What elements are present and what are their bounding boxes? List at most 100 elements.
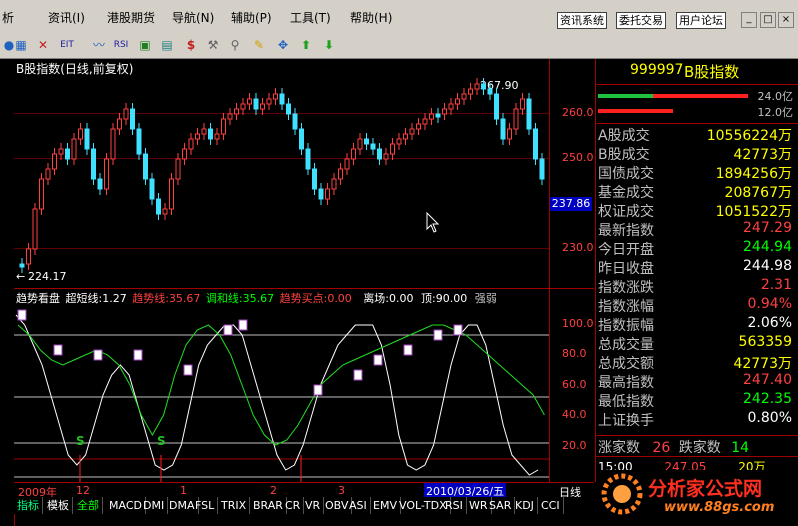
arrow-down-icon[interactable]: ⬇ xyxy=(320,37,338,54)
tab-vr[interactable]: VR xyxy=(302,497,325,514)
time-label: 2 xyxy=(270,484,277,497)
minimize-button[interactable]: _ xyxy=(741,12,757,28)
candle xyxy=(461,93,467,100)
tab-rsi[interactable]: RSI xyxy=(442,497,467,514)
line-chart-icon[interactable]: 〰 xyxy=(90,37,108,54)
tab-trix[interactable]: TRIX xyxy=(218,497,251,514)
stat-row: 指数振幅 2.06% xyxy=(596,315,796,334)
candle xyxy=(65,148,70,160)
candle xyxy=(156,198,161,215)
stat-row: 今日开盘 244.94 xyxy=(596,239,796,258)
stat-label: 总成交额 xyxy=(598,356,654,372)
pane-divider xyxy=(14,288,594,289)
candle xyxy=(162,208,168,215)
volume-bar-a-part xyxy=(598,94,653,98)
chart-area[interactable]: B股指数(日线,前复权) 267.90 224.17 ← 260.0 250.0… xyxy=(14,59,594,482)
menu-navigate[interactable]: 导航(N) xyxy=(172,9,214,26)
link-icon[interactable]: ⚲ xyxy=(226,37,244,54)
candle xyxy=(474,83,480,90)
down-value: 14 xyxy=(731,440,750,456)
candle xyxy=(299,128,304,150)
indicator-tick: 40.0 xyxy=(562,408,587,421)
stat-value: 244.98 xyxy=(743,258,792,274)
candle xyxy=(370,143,376,150)
pencil-icon[interactable]: ✎ xyxy=(250,37,268,54)
candle xyxy=(338,168,343,180)
indicator-tick: 60.0 xyxy=(562,378,587,391)
stat-value: 10556224万 xyxy=(706,128,792,144)
tab-kdj[interactable]: KDJ xyxy=(512,497,538,514)
candle xyxy=(39,178,44,210)
stat-value: 42773万 xyxy=(733,356,792,372)
chart-icon[interactable]: ▦ xyxy=(12,37,30,54)
menu-hk-futures[interactable]: 港股期货 xyxy=(107,9,155,26)
move-icon[interactable]: ✥ xyxy=(274,37,292,54)
tab-cr[interactable]: CR xyxy=(282,497,305,514)
trend-block xyxy=(453,324,463,336)
eit-icon[interactable]: EIT xyxy=(58,37,76,54)
tab-全部[interactable]: 全部 xyxy=(74,497,103,514)
dollar-icon[interactable]: $ xyxy=(182,37,200,54)
candle xyxy=(383,153,389,160)
stat-value: 244.94 xyxy=(743,239,792,255)
tools-icon[interactable]: ⚒ xyxy=(204,37,222,54)
stat-label: 总成交量 xyxy=(598,337,654,353)
candle xyxy=(149,178,155,200)
menu-help[interactable]: 帮助(H) xyxy=(350,9,392,26)
index-code: 999997 xyxy=(630,62,684,78)
forum-button[interactable]: 用户论坛 xyxy=(676,12,726,29)
up-down-row: 涨家数 26 跌家数 14 xyxy=(598,437,798,457)
candle xyxy=(526,98,532,130)
menu-analysis[interactable]: 析 xyxy=(2,9,14,26)
current-price-label: 237.86 xyxy=(550,197,592,211)
stat-label: 上证换手 xyxy=(598,413,654,429)
news-icon[interactable]: ✕ xyxy=(34,37,52,54)
news-system-button[interactable]: 资讯系统 xyxy=(557,12,607,29)
candle xyxy=(136,128,142,155)
tab-指标[interactable]: 指标 xyxy=(14,497,43,514)
grid-icon[interactable]: ▤ xyxy=(158,37,176,54)
stat-label: B股成交 xyxy=(598,147,650,163)
tab-模板[interactable]: 模板 xyxy=(44,497,73,514)
stat-value: 247.40 xyxy=(743,372,792,388)
stat-value: 0.94% xyxy=(747,296,792,312)
stat-value: 2.06% xyxy=(747,315,792,331)
tab-dmi[interactable]: DMI xyxy=(140,497,169,514)
stat-value: 0.80% xyxy=(747,410,792,426)
menu-bar: 析 资讯(I) 港股期货 导航(N) 辅助(P) 工具(T) 帮助(H) 资讯系… xyxy=(0,0,798,35)
candle xyxy=(221,118,226,135)
menu-assist[interactable]: 辅助(P) xyxy=(231,9,272,26)
candle xyxy=(26,248,31,265)
arrow-up-icon[interactable]: ⬆ xyxy=(297,37,315,54)
trend-block xyxy=(93,349,103,361)
candle xyxy=(201,128,207,135)
time-label: 12 xyxy=(76,484,90,497)
trade-button[interactable]: 委托交易 xyxy=(616,12,666,29)
stat-row: 总成交量 563359 xyxy=(596,334,796,353)
up-value: 26 xyxy=(652,440,671,456)
stat-label: 最新指数 xyxy=(598,223,654,239)
candle xyxy=(227,113,233,120)
chart-axis-line xyxy=(549,59,550,482)
tab-cci[interactable]: CCI xyxy=(538,497,564,514)
tab-asi[interactable]: ASI xyxy=(346,497,371,514)
stat-row: 最高指数 247.40 xyxy=(596,372,796,391)
tab-fsl[interactable]: FSL xyxy=(192,497,219,514)
close-button[interactable]: × xyxy=(778,12,794,28)
candle xyxy=(351,148,356,160)
stat-row: 基金成交 208767万 xyxy=(596,182,796,201)
candle xyxy=(240,103,246,110)
menu-news[interactable]: 资讯(I) xyxy=(48,9,85,26)
candle xyxy=(52,153,57,170)
index-info-panel: 999997 B股指数 24.0亿 12.0亿 A股成交 10556224万 B股成… xyxy=(595,59,798,482)
maximize-button[interactable]: □ xyxy=(760,12,776,28)
tab-sar[interactable]: SAR xyxy=(486,497,516,514)
menu-tools[interactable]: 工具(T) xyxy=(290,9,331,26)
zoom-icon[interactable]: ▣ xyxy=(136,37,154,54)
indicator-chart xyxy=(14,309,549,482)
rsi-icon[interactable]: RSI xyxy=(112,37,130,54)
stat-row: 最新指数 247.29 xyxy=(596,220,796,239)
trend-block xyxy=(313,384,323,396)
up-label: 涨家数 xyxy=(598,440,640,456)
volume-bar-b xyxy=(598,109,673,113)
